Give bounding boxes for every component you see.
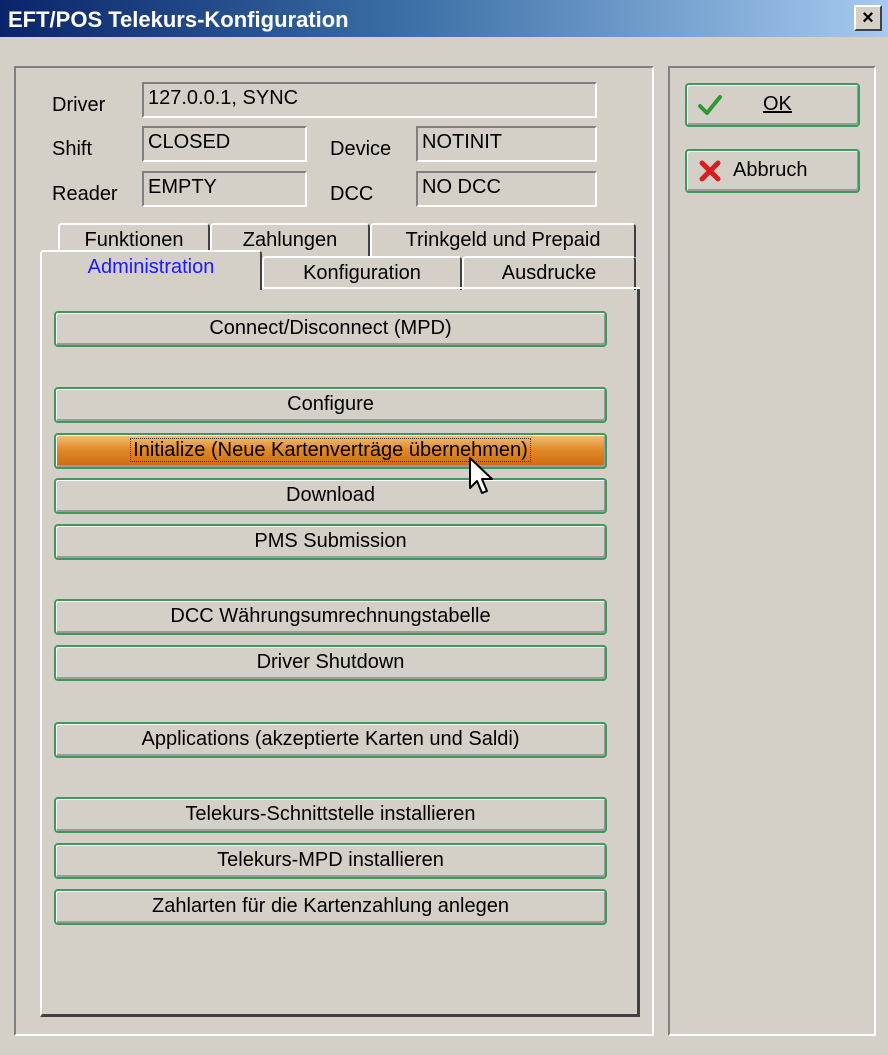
dcc-field: NO DCC — [416, 171, 597, 207]
driver-shutdown-button[interactable]: Driver Shutdown — [54, 645, 607, 681]
ok-label: OK — [763, 93, 792, 115]
window-title: EFT/POS Telekurs-Konfiguration — [8, 7, 349, 32]
title-bar[interactable]: EFT/POS Telekurs-Konfiguration × — [0, 0, 888, 37]
pms-submission-button[interactable]: PMS Submission — [54, 524, 607, 560]
mouse-cursor-icon — [469, 457, 493, 494]
download-button[interactable]: Download — [54, 478, 607, 514]
create-card-payment-types-button[interactable]: Zahlarten für die Kartenzahlung anlegen — [54, 889, 607, 925]
shift-label: Shift — [52, 138, 93, 160]
reader-label: Reader — [52, 183, 118, 205]
red-x-icon — [699, 160, 721, 182]
configure-button[interactable]: Configure — [54, 387, 607, 423]
cancel-button[interactable]: Abbruch — [685, 149, 860, 193]
tab-administration[interactable]: Administration — [40, 250, 262, 290]
cancel-label: Abbruch — [733, 159, 808, 181]
install-telekurs-interface-button[interactable]: Telekurs-Schnittstelle installieren — [54, 797, 607, 833]
dcc-currency-table-button[interactable]: DCC Währungsumrechnungstabelle — [54, 599, 607, 635]
tab-panel-top-border — [262, 287, 640, 289]
reader-field: EMPTY — [142, 171, 307, 207]
applications-button[interactable]: Applications (akzeptierte Karten und Sal… — [54, 722, 607, 758]
close-icon: × — [862, 6, 874, 29]
right-group-panel — [668, 66, 876, 1036]
checkmark-icon — [698, 95, 722, 115]
tab-konfiguration[interactable]: Konfiguration — [262, 256, 462, 290]
ok-button[interactable]: OK — [685, 83, 860, 127]
install-telekurs-mpd-button[interactable]: Telekurs-MPD installieren — [54, 843, 607, 879]
driver-label: Driver — [52, 94, 106, 116]
driver-field: 127.0.0.1, SYNC — [142, 82, 597, 118]
initialize-button[interactable]: Initialize (Neue Kartenverträge übernehm… — [54, 433, 607, 469]
dcc-label: DCC — [330, 183, 374, 205]
device-label: Device — [330, 138, 392, 160]
device-field: NOTINIT — [416, 126, 597, 162]
tab-trinkgeld-und-prepaid[interactable]: Trinkgeld und Prepaid — [370, 223, 636, 257]
connect-disconnect-button[interactable]: Connect/Disconnect (MPD) — [54, 311, 607, 347]
shift-field: CLOSED — [142, 126, 307, 162]
tab-ausdrucke[interactable]: Ausdrucke — [462, 256, 636, 290]
close-button[interactable]: × — [854, 5, 882, 31]
dialog-window: EFT/POS Telekurs-Konfiguration × Driver … — [0, 0, 888, 1055]
